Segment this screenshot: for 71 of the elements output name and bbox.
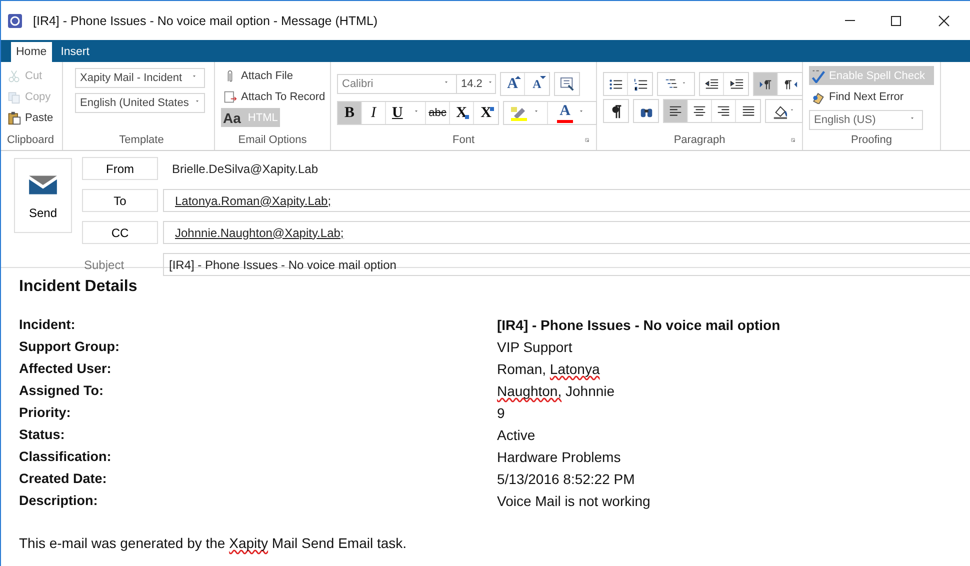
subject-label: Subject	[83, 258, 126, 272]
ribbon-tab[interactable]: Home	[11, 42, 52, 62]
address-book-button[interactable]: CC	[82, 221, 158, 244]
group-label: Email Options	[237, 133, 308, 148]
template-dropdown[interactable]: Xapity Mail - Incident	[75, 68, 205, 88]
app-icon	[7, 12, 23, 28]
field-label: Support Group:	[19, 338, 120, 356]
field-label: Assigned To:	[19, 382, 105, 400]
recipient-field[interactable]: Latonya.Roman@Xapity.Lab;	[163, 189, 970, 212]
numbered-list-icon	[632, 76, 648, 92]
paint-bucket-icon	[772, 104, 786, 118]
language-dropdown[interactable]: English (US)	[809, 110, 923, 130]
document-icon	[223, 90, 237, 104]
ribbon-tab[interactable]: Insert	[56, 42, 94, 62]
find-next-error-button[interactable]: Find Next Error	[809, 87, 934, 106]
field-value: Active	[497, 426, 536, 444]
paste-icon	[7, 110, 21, 124]
from-button[interactable]: From	[82, 157, 158, 180]
template-dropdown[interactable]: English (United States	[75, 93, 205, 113]
align-right-icon	[716, 104, 731, 118]
font-name-dropdown[interactable]: Calibri	[337, 74, 457, 94]
outdent-icon	[704, 76, 719, 92]
field-value: Hardware Problems	[497, 448, 622, 466]
field-label: Priority:	[19, 404, 72, 422]
left-to-right-button[interactable]	[754, 73, 778, 95]
field-value: 5/13/2016 8:52:22 PM	[497, 470, 636, 488]
field-value: VIP Support	[497, 338, 574, 356]
strike-button[interactable]: abc	[426, 102, 450, 124]
group-label: Proofing	[850, 133, 893, 148]
field-label: Created Date:	[19, 470, 108, 488]
field-value: Naughton, Johnnie	[497, 382, 616, 400]
sender-address: Brielle.DeSilva@Xapity.Lab	[171, 162, 318, 176]
address-book-button[interactable]: To	[82, 189, 158, 212]
close-icon	[936, 12, 952, 28]
field-value: [IR4] - Phone Issues - No voice mail option	[497, 316, 782, 334]
down-arrow-icon	[540, 76, 546, 79]
group-label: Clipboard	[6, 133, 56, 148]
subject-field[interactable]: [IR4] - Phone Issues - No voice mail option	[163, 253, 970, 276]
cut-icon	[7, 68, 21, 82]
up-arrow-icon	[515, 76, 521, 79]
align-left-button[interactable]	[664, 100, 688, 122]
footer-note: This e-mail was generated by the Xapity Mail Send Email task.	[19, 535, 408, 551]
field-value: 9	[497, 404, 506, 422]
align-left-icon	[668, 104, 683, 118]
field-label: Status:	[19, 426, 66, 444]
field-value: Voice Mail is not working	[497, 492, 652, 510]
field-value: Roman, Latonya	[497, 360, 601, 378]
group-label: Paragraph	[672, 133, 726, 148]
field-label: Classification:	[19, 448, 112, 466]
spell-check-icon	[811, 68, 825, 82]
window-title: [IR4] - Phone Issues - No voice mail option - Message (HTML)	[33, 14, 379, 28]
bold-button[interactable]: B	[338, 102, 362, 124]
attach-file-button[interactable]: Attach File	[221, 66, 295, 85]
highlighter-icon	[510, 105, 528, 121]
justify-icon	[740, 104, 756, 118]
copy-icon	[7, 90, 21, 104]
minimize-icon	[845, 20, 855, 21]
paste-button[interactable]: Paste	[5, 108, 56, 127]
align-center-icon	[692, 104, 707, 118]
indent-icon	[728, 76, 744, 92]
group-label: Template	[118, 133, 165, 148]
bulleted-list-icon	[608, 76, 623, 92]
group-label: Font	[451, 133, 476, 148]
attach-record-button[interactable]: Attach To Record	[221, 87, 328, 106]
section-heading: Incident Details	[19, 278, 138, 296]
recipient-field[interactable]: Johnnie.Naughton@Xapity.Lab;	[163, 221, 970, 244]
field-label: Incident:	[19, 316, 76, 334]
send-button[interactable]: Send	[14, 158, 72, 233]
field-label: Affected User:	[19, 360, 112, 378]
font-size-dropdown[interactable]: 14.2	[456, 74, 496, 94]
field-label: Description:	[19, 492, 99, 510]
